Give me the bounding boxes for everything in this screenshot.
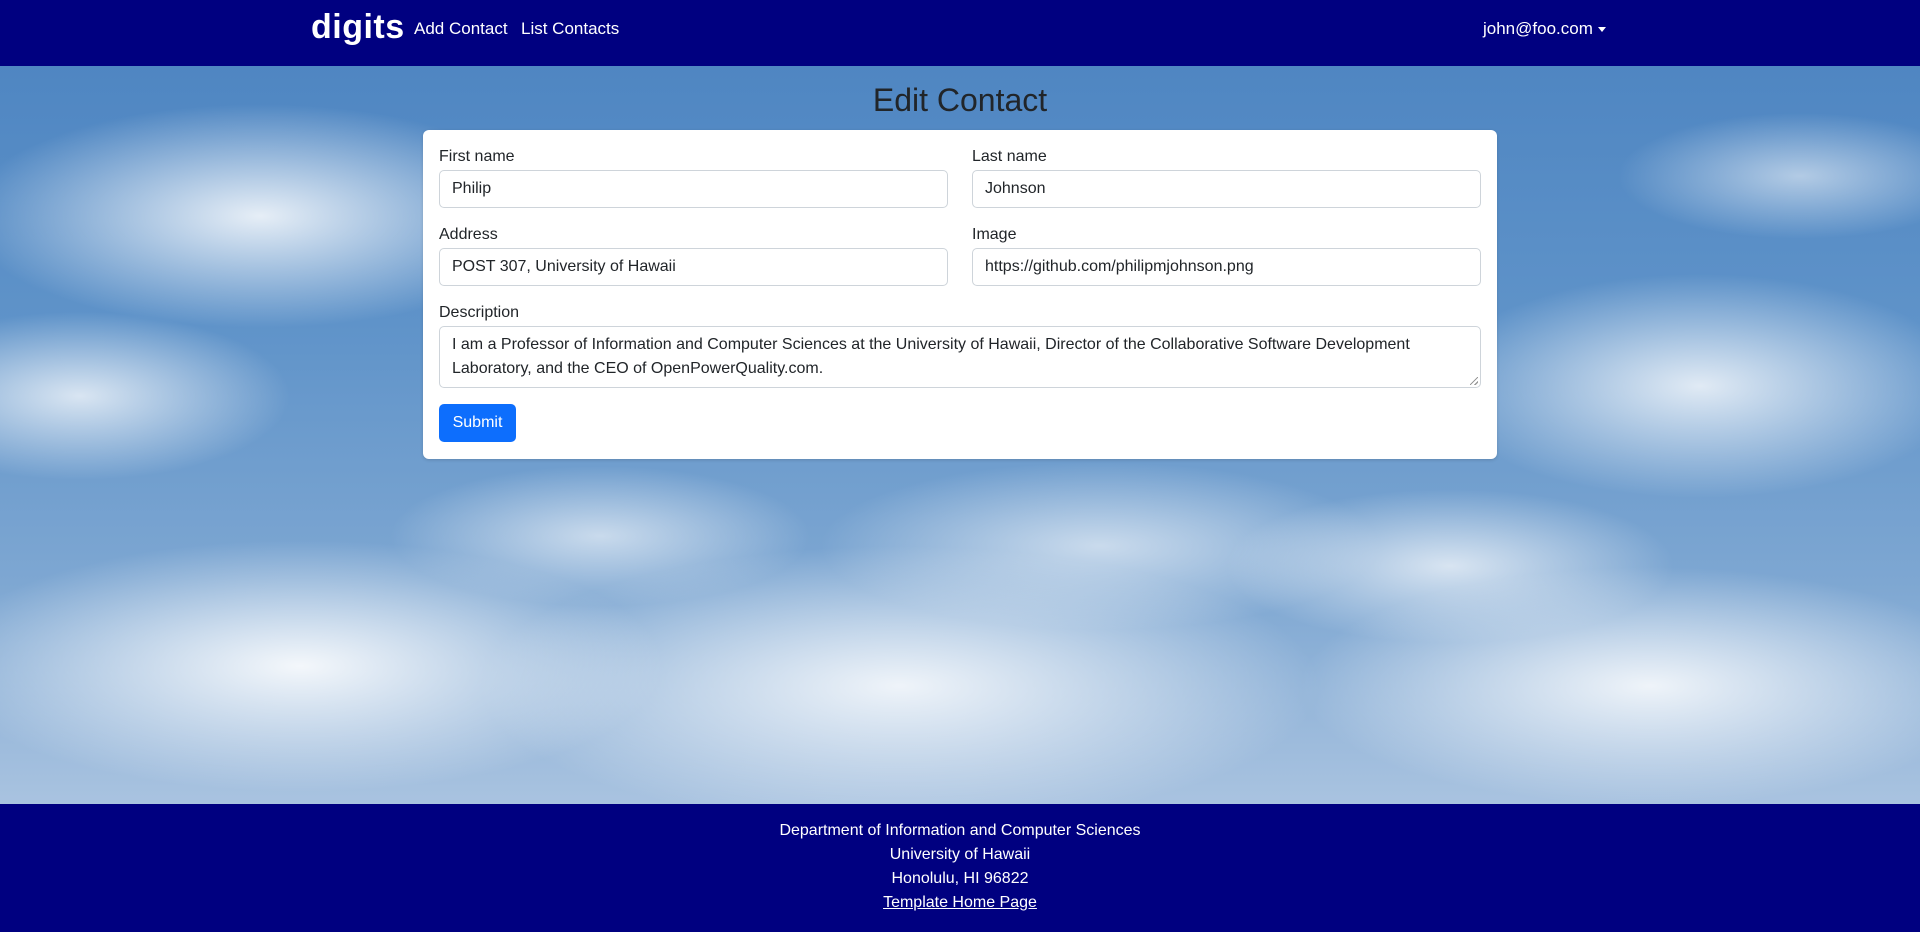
- footer-university: University of Hawaii: [889, 846, 1031, 863]
- user-email: john@foo.com: [1483, 19, 1593, 38]
- first-name-value: Philip: [452, 180, 492, 197]
- submit-button[interactable]: Submit: [439, 404, 516, 442]
- image-url-value: https://github.com/philipmjohnson.png: [985, 258, 1254, 275]
- caret-down-icon: [1597, 26, 1606, 32]
- last-name-label: Last name: [972, 148, 1047, 165]
- nav-list-contacts[interactable]: List Contacts: [521, 19, 619, 39]
- footer-address: Honolulu, HI 96822: [891, 870, 1029, 887]
- last-name-value: Johnson: [985, 180, 1046, 197]
- first-name-input[interactable]: Philip: [439, 170, 948, 208]
- template-home-link[interactable]: Template Home Page: [883, 894, 1037, 911]
- brand-logo[interactable]: digits: [311, 8, 405, 47]
- page-title: Edit Contact: [872, 82, 1048, 118]
- user-dropdown[interactable]: john@foo.com: [1483, 19, 1606, 39]
- first-name-label: First name: [439, 148, 515, 165]
- nav-add-contact[interactable]: Add Contact: [414, 19, 508, 39]
- footer: Department of Information and Computer S…: [0, 804, 1920, 932]
- navbar: digits Add Contact List Contacts john@fo…: [0, 0, 1920, 66]
- description-textarea[interactable]: I am a Professor of Information and Comp…: [439, 326, 1481, 388]
- last-name-input[interactable]: Johnson: [972, 170, 1481, 208]
- address-input[interactable]: POST 307, University of Hawaii: [439, 248, 948, 286]
- footer-department: Department of Information and Computer S…: [779, 822, 1141, 839]
- description-value: I am a Professor of Information and Comp…: [452, 336, 1410, 377]
- description-label: Description: [439, 304, 520, 321]
- image-url-input[interactable]: https://github.com/philipmjohnson.png: [972, 248, 1481, 286]
- edit-contact-form: First name Philip Last name Johnson Addr…: [423, 130, 1497, 459]
- resize-handle-icon[interactable]: [1470, 377, 1478, 385]
- address-label: Address: [439, 226, 498, 243]
- footer-link-row: Template Home Page: [0, 894, 1920, 912]
- image-label: Image: [972, 226, 1017, 243]
- address-value: POST 307, University of Hawaii: [452, 258, 676, 275]
